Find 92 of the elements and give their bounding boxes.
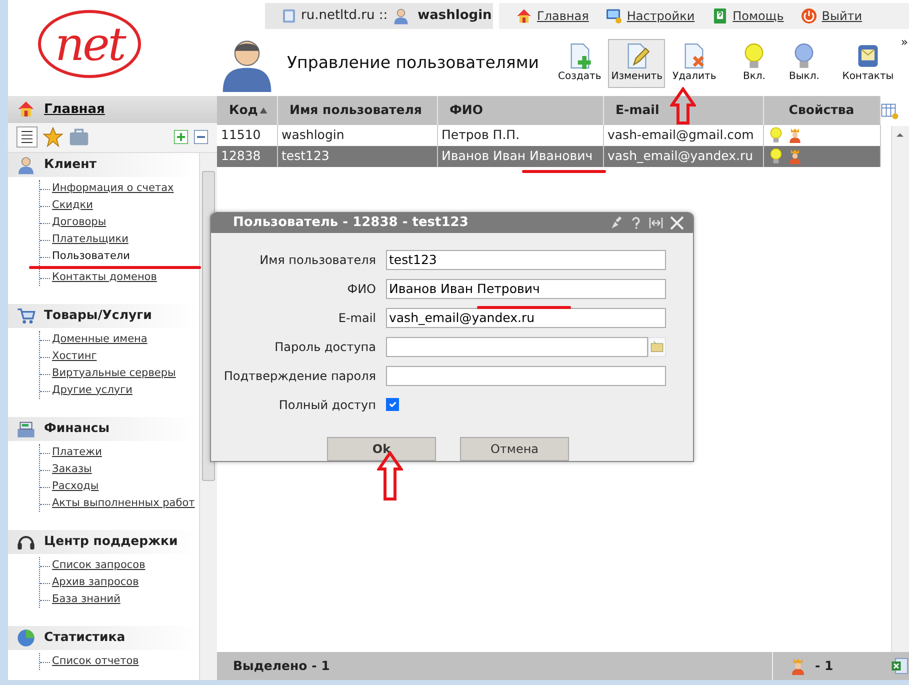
sidebar-link[interactable]: Хостинг — [39, 348, 199, 365]
resize-icon[interactable] — [647, 214, 665, 230]
sidebar-link[interactable]: Список запросов — [39, 556, 199, 574]
cart-icon — [16, 306, 36, 326]
toolbar-button[interactable]: Создать — [555, 38, 604, 88]
section-title: Клиент — [44, 155, 96, 174]
field-label: Подтверждение пароля — [222, 368, 377, 384]
table-cell: Иванов Иван Иванович — [437, 146, 603, 167]
input-field[interactable]: test123 — [386, 250, 666, 270]
close-icon[interactable] — [669, 214, 685, 230]
sidebar-link[interactable]: Другие услуги — [39, 382, 199, 399]
admin-count: - 1 — [815, 656, 834, 675]
user-icon — [392, 7, 410, 25]
annotation-arrow — [670, 87, 696, 125]
toolbar-button[interactable]: Выкл. — [781, 38, 828, 88]
sidebar-link[interactable]: Архив запросов — [39, 574, 199, 591]
sidebar-link[interactable]: Расходы — [39, 478, 199, 495]
key-button[interactable] — [648, 336, 666, 356]
page-title: Управление пользователями — [287, 52, 540, 74]
king-icon — [787, 127, 804, 144]
sidebar-link[interactable]: Скидки — [39, 196, 199, 214]
toolbar-button[interactable]: Удалить — [669, 38, 720, 88]
power-icon[interactable] — [800, 7, 818, 25]
user-icon — [16, 154, 36, 175]
sidebar-link[interactable]: Платежи — [39, 444, 199, 461]
column-header[interactable]: ФИО — [437, 96, 603, 125]
input-field[interactable] — [386, 366, 666, 386]
dialog-title: Пользователь - 12838 - test123 — [233, 214, 470, 232]
star-icon[interactable] — [42, 126, 64, 148]
sidebar-link[interactable]: Плательщики — [39, 230, 199, 248]
home-link[interactable]: Главная — [44, 100, 105, 120]
collapse-icon[interactable] — [193, 129, 209, 146]
bulb-icon — [768, 148, 784, 164]
more-button[interactable]: » — [900, 33, 908, 51]
sort-arrow-icon[interactable] — [258, 106, 269, 115]
cancel-button[interactable]: Отмена — [460, 437, 569, 461]
input-field[interactable]: Иванов Иван Петрович — [386, 278, 666, 298]
section-title: Центр поддержки — [44, 532, 178, 550]
table-cell: vash_email@yandex.ru — [603, 146, 763, 167]
top-link[interactable]: Настройки — [626, 7, 695, 25]
top-link[interactable]: Главная — [537, 7, 589, 25]
bulb-icon — [768, 127, 784, 144]
sidebar-link[interactable]: Список отчетов — [39, 652, 199, 670]
list-view-icon[interactable] — [16, 126, 38, 148]
column-header[interactable]: E-mail — [603, 96, 763, 125]
field-label: Полный доступ — [278, 396, 377, 414]
briefcase-icon[interactable] — [68, 126, 90, 148]
site-name: ru.netltd.ru :: — [301, 7, 388, 26]
table-settings-icon[interactable] — [881, 102, 899, 120]
column-header[interactable]: Свойства — [763, 96, 880, 125]
top-link[interactable]: Выйти — [822, 7, 862, 25]
full-access-checkbox[interactable] — [386, 398, 399, 411]
pie-chart-icon — [16, 628, 36, 648]
monitor-gear-icon[interactable] — [604, 7, 623, 25]
expand-icon[interactable] — [173, 129, 189, 146]
king-icon — [789, 657, 807, 675]
toolbar-button[interactable]: Контакты — [839, 38, 897, 88]
input-field[interactable]: vash_email@yandex.ru — [386, 308, 666, 328]
sidebar-link[interactable]: Информация о счетах — [39, 180, 199, 197]
sidebar-link[interactable]: Договоры — [39, 214, 199, 231]
column-header[interactable]: Код — [217, 96, 277, 125]
top-link[interactable]: Помощь — [732, 7, 784, 25]
spreadsheet-export-icon[interactable] — [891, 657, 909, 675]
sidebar-link[interactable]: Акты выполненных работ — [39, 494, 199, 512]
ok-button[interactable]: Ok — [327, 437, 436, 461]
king-icon — [787, 148, 804, 164]
password-field[interactable] — [386, 336, 648, 356]
sidebar-link[interactable]: Виртуальные серверы — [39, 364, 199, 382]
field-label: E-mail — [337, 310, 377, 326]
sidebar-link[interactable]: Контакты доменов — [39, 268, 199, 286]
field-label: Имя пользователя — [258, 252, 377, 268]
scrollbar[interactable] — [891, 126, 909, 652]
section-title: Статистика — [44, 628, 126, 646]
toolbar-button[interactable]: Изменить — [608, 38, 666, 88]
sidebar-link[interactable]: Заказы — [39, 460, 199, 478]
sidebar-link[interactable]: База знаний — [39, 590, 199, 608]
field-label: Пароль доступа — [274, 338, 377, 356]
house-icon[interactable] — [16, 99, 36, 120]
selection-count: Выделено - 1 — [232, 656, 330, 675]
logo: net — [38, 10, 142, 78]
section-title: Финансы — [44, 419, 110, 438]
table-cell: 12838 — [217, 146, 277, 167]
house-icon[interactable] — [515, 7, 533, 25]
field-label: ФИО — [346, 280, 377, 298]
table-row[interactable]: 12838 test123 Иванов Иван Иванович vash_email@yandex.ru — [217, 146, 880, 167]
table-cell: test123 — [277, 146, 437, 167]
user-name: washlogin — [418, 7, 492, 26]
column-header[interactable]: Имя пользователя — [277, 96, 437, 125]
section-title: Товары/Услуги — [44, 306, 152, 324]
sidebar-link[interactable]: Пользователи — [39, 248, 199, 265]
toolbar-button[interactable]: Вкл. — [731, 38, 778, 88]
sidebar-link[interactable]: Доменные имена — [39, 330, 199, 348]
